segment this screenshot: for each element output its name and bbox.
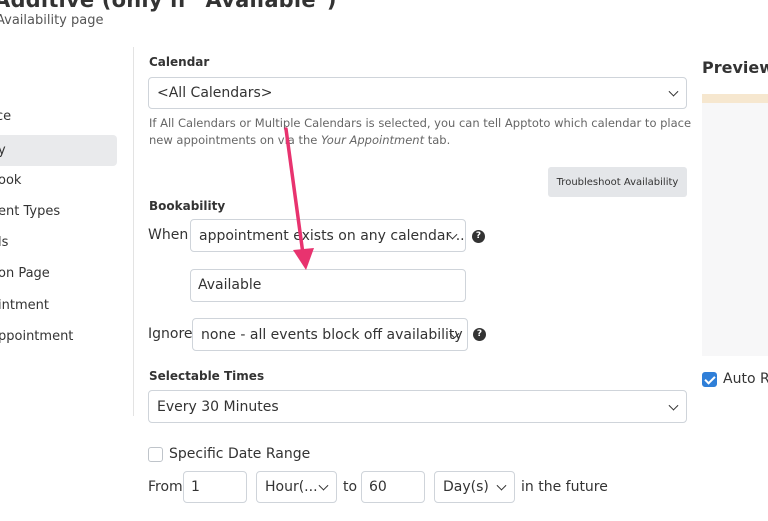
page-subtitle: Availability page bbox=[0, 13, 104, 28]
chevron-down-icon bbox=[668, 86, 679, 97]
page-title: Additive (only if "Available") bbox=[0, 0, 337, 12]
from-unit-value: Hour(... bbox=[265, 479, 318, 495]
sidebar-item-label: y bbox=[0, 143, 6, 158]
when-select[interactable]: appointment exists on any calendar ... bbox=[190, 219, 466, 252]
chevron-down-icon bbox=[496, 480, 507, 491]
calendar-label: Calendar bbox=[149, 55, 210, 69]
availability-keyword-input[interactable]: Available bbox=[190, 269, 466, 302]
question-circle-icon[interactable]: ? bbox=[472, 230, 485, 243]
sidebar-item-label: ppointment bbox=[0, 329, 74, 344]
ignore-label: Ignore bbox=[148, 326, 193, 342]
when-label: When bbox=[148, 227, 189, 243]
sidebar-item[interactable]: ent Types bbox=[0, 196, 117, 227]
auto-refresh-label: Auto Re bbox=[723, 371, 768, 387]
specific-date-range-label: Specific Date Range bbox=[169, 446, 311, 462]
sidebar-item-label: ent Types bbox=[0, 204, 61, 219]
selectable-times-select[interactable]: Every 30 Minutes bbox=[148, 390, 687, 423]
ignore-select[interactable]: none - all events block off availability bbox=[192, 318, 468, 351]
sidebar-item[interactable]: ls bbox=[0, 227, 117, 258]
ignore-select-value: none - all events block off availability bbox=[201, 326, 463, 343]
sidebar-item-label: ce bbox=[0, 109, 12, 124]
to-value-input[interactable]: 60 bbox=[361, 471, 425, 503]
sidebar-item[interactable]: ook bbox=[0, 165, 117, 196]
sidebar-item[interactable]: intment bbox=[0, 290, 117, 321]
from-value-text: 1 bbox=[191, 479, 200, 495]
troubleshoot-availability-button[interactable]: Troubleshoot Availability bbox=[548, 167, 687, 197]
preview-title: Preview bbox=[702, 58, 768, 77]
sidebar-item[interactable]: ce bbox=[0, 101, 117, 132]
selectable-times-label: Selectable Times bbox=[149, 369, 265, 383]
to-unit-value: Day(s) bbox=[443, 479, 489, 495]
to-label: to bbox=[343, 479, 358, 495]
in-the-future-label: in the future bbox=[521, 479, 608, 495]
sidebar-item-label: ook bbox=[0, 173, 22, 188]
preview-pane bbox=[702, 103, 768, 356]
sidebar-item-label: intment bbox=[0, 298, 49, 313]
sidebar-item[interactable]: on Page bbox=[0, 258, 117, 289]
chevron-down-icon bbox=[668, 400, 679, 411]
sidebar-item-label: ls bbox=[0, 235, 9, 250]
auto-refresh-checkbox[interactable] bbox=[702, 372, 717, 387]
from-value-input[interactable]: 1 bbox=[183, 471, 247, 503]
column-divider bbox=[133, 47, 134, 416]
question-circle-icon[interactable]: ? bbox=[473, 328, 486, 341]
selectable-times-value: Every 30 Minutes bbox=[157, 398, 279, 415]
sidebar-item-label: on Page bbox=[0, 266, 50, 281]
calendar-help-text: If All Calendars or Multiple Calendars i… bbox=[149, 116, 692, 147]
preview-header-strip bbox=[702, 94, 768, 103]
specific-date-range-checkbox[interactable] bbox=[148, 447, 163, 462]
chevron-down-icon bbox=[318, 480, 329, 491]
from-label: From bbox=[148, 479, 183, 495]
sidebar-item[interactable]: ppointment bbox=[0, 321, 117, 352]
availability-keyword-value: Available bbox=[198, 277, 262, 293]
to-unit-select[interactable]: Day(s) bbox=[434, 471, 515, 503]
when-select-value: appointment exists on any calendar ... bbox=[199, 227, 466, 244]
your-appointment-tab-reference: Your Appointment bbox=[321, 133, 425, 147]
calendar-select[interactable]: <All Calendars> bbox=[148, 77, 687, 109]
sidebar-item-active[interactable]: y bbox=[0, 135, 117, 166]
bookability-label: Bookability bbox=[149, 199, 226, 213]
to-value-text: 60 bbox=[369, 479, 387, 495]
from-unit-select[interactable]: Hour(... bbox=[256, 471, 337, 503]
calendar-select-value: <All Calendars> bbox=[157, 85, 273, 101]
